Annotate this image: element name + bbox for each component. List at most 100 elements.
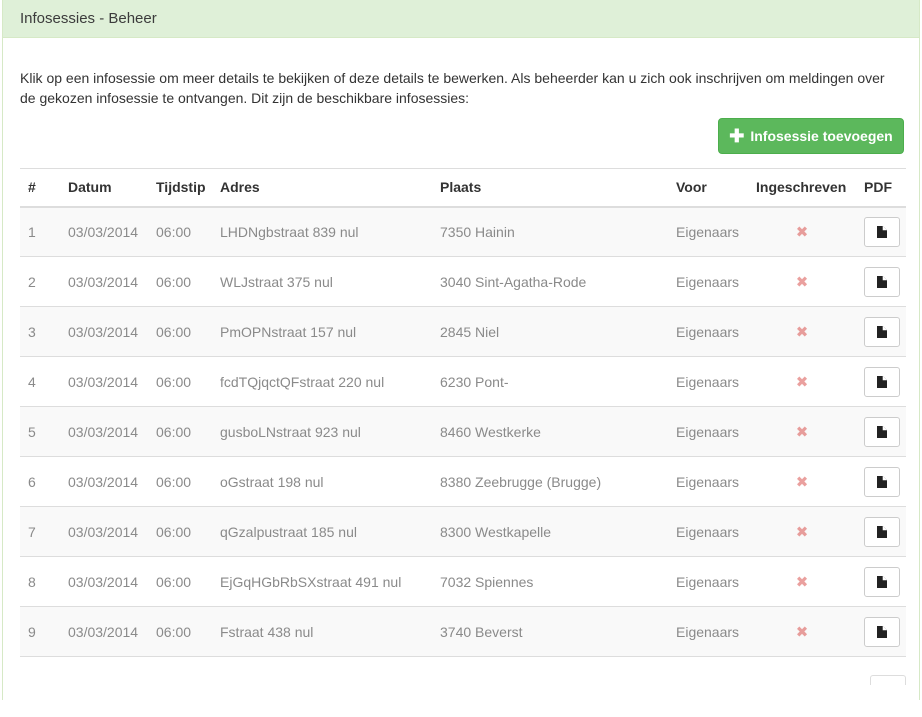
cell-num: 1 xyxy=(20,206,60,257)
cell-registered: ✖ xyxy=(748,606,856,657)
cell-address: PmOPNstraat 157 nul xyxy=(212,306,432,357)
document-icon xyxy=(877,575,887,588)
document-icon xyxy=(877,225,887,238)
pdf-button[interactable] xyxy=(864,316,900,347)
cell-empty xyxy=(60,656,148,717)
cell-registered: ✖ xyxy=(748,306,856,357)
cell-date: 03/03/2014 xyxy=(60,406,148,457)
cell-for: Eigenaars xyxy=(668,206,748,257)
pdf-button[interactable] xyxy=(864,516,900,547)
cell-city: 8380 Zeebrugge (Brugge) xyxy=(432,456,668,507)
pdf-button[interactable] xyxy=(864,466,900,497)
add-infosessie-button[interactable]: ✚ Infosessie toevoegen xyxy=(718,118,904,154)
cell-registered: ✖ xyxy=(748,406,856,457)
cell-pdf xyxy=(856,456,906,507)
cross-icon: ✖ xyxy=(795,423,809,441)
cell-time: 06:00 xyxy=(148,606,212,657)
table-row[interactable]: 2 03/03/2014 06:00 WLJstraat 375 nul 3040 Si… xyxy=(20,256,906,307)
pdf-button-partial[interactable] xyxy=(870,675,906,685)
panel-body: Klik op een infosessie om meer details t… xyxy=(3,38,919,717)
page-title: Infosessies - Beheer xyxy=(20,10,157,27)
header-date: Datum xyxy=(60,168,148,208)
cell-pdf xyxy=(856,606,906,657)
cell-address: Fstraat 438 nul xyxy=(212,606,432,657)
pdf-button[interactable] xyxy=(864,416,900,447)
cell-city: 3740 Beverst xyxy=(432,606,668,657)
document-icon xyxy=(877,375,887,388)
document-icon xyxy=(877,525,887,538)
table-row[interactable]: 9 03/03/2014 06:00 Fstraat 438 nul 3740 Beve… xyxy=(20,606,906,657)
cell-registered: ✖ xyxy=(748,456,856,507)
cell-address: qGzalpustraat 185 nul xyxy=(212,506,432,557)
header-registered: Ingeschreven xyxy=(748,168,856,208)
document-icon xyxy=(877,425,887,438)
cell-date: 03/03/2014 xyxy=(60,306,148,357)
table-row[interactable]: 4 03/03/2014 06:00 fcdTQjqctQFstraat 220 nu… xyxy=(20,356,906,407)
header-num: # xyxy=(20,168,60,208)
pdf-button[interactable] xyxy=(864,366,900,397)
cell-pdf xyxy=(856,206,906,257)
cell-time: 06:00 xyxy=(148,456,212,507)
cross-icon: ✖ xyxy=(795,473,809,491)
cell-city: 6230 Pont- xyxy=(432,356,668,407)
pdf-button[interactable] xyxy=(864,566,900,597)
document-icon xyxy=(877,625,887,638)
document-icon xyxy=(877,325,887,338)
cell-for: Eigenaars xyxy=(668,406,748,457)
cell-city: 8460 Westkerke xyxy=(432,406,668,457)
infosessies-panel: Infosessies - Beheer Klik op een infoses… xyxy=(2,0,920,717)
table-header-row: # Datum Tijdstip Adres Plaats Voor Inges… xyxy=(20,168,906,208)
table-row[interactable]: 3 03/03/2014 06:00 PmOPNstraat 157 nul 2845 … xyxy=(20,306,906,357)
cell-registered: ✖ xyxy=(748,206,856,257)
cross-icon: ✖ xyxy=(795,623,809,641)
document-icon xyxy=(877,475,887,488)
cell-pdf-partial xyxy=(856,656,906,717)
cell-for: Eigenaars xyxy=(668,456,748,507)
cell-empty xyxy=(20,656,60,717)
cell-num: 8 xyxy=(20,556,60,607)
pdf-button[interactable] xyxy=(864,616,900,647)
table-row[interactable]: 5 03/03/2014 06:00 gusboLNstraat 923 nul 846… xyxy=(20,406,906,457)
cell-address: fcdTQjqctQFstraat 220 nul xyxy=(212,356,432,407)
plus-icon: ✚ xyxy=(729,126,745,146)
cell-for: Eigenaars xyxy=(668,306,748,357)
cell-registered: ✖ xyxy=(748,256,856,307)
cell-num: 2 xyxy=(20,256,60,307)
cell-address: WLJstraat 375 nul xyxy=(212,256,432,307)
cross-icon: ✖ xyxy=(795,223,809,241)
cell-for: Eigenaars xyxy=(668,606,748,657)
document-icon xyxy=(877,275,887,288)
cell-empty xyxy=(668,656,748,717)
cell-time: 06:00 xyxy=(148,206,212,257)
cell-city: 3040 Sint-Agatha-Rode xyxy=(432,256,668,307)
cell-city: 7032 Spiennes xyxy=(432,556,668,607)
cell-num: 7 xyxy=(20,506,60,557)
cell-time: 06:00 xyxy=(148,556,212,607)
pdf-button[interactable] xyxy=(864,216,900,247)
pdf-button[interactable] xyxy=(864,266,900,297)
table-row[interactable]: 1 03/03/2014 06:00 LHDNgbstraat 839 nul 7350… xyxy=(20,206,906,257)
table-body: 1 03/03/2014 06:00 LHDNgbstraat 839 nul 7350… xyxy=(20,206,906,717)
cell-registered: ✖ xyxy=(748,356,856,407)
cell-city: 2845 Niel xyxy=(432,306,668,357)
cell-date: 03/03/2014 xyxy=(60,556,148,607)
cell-date: 03/03/2014 xyxy=(60,606,148,657)
cell-time: 06:00 xyxy=(148,406,212,457)
cell-for: Eigenaars xyxy=(668,356,748,407)
header-for: Voor xyxy=(668,168,748,208)
cross-icon: ✖ xyxy=(795,573,809,591)
cell-time: 06:00 xyxy=(148,306,212,357)
header-pdf: PDF xyxy=(856,168,906,208)
cross-icon: ✖ xyxy=(795,523,809,541)
cell-date: 03/03/2014 xyxy=(60,506,148,557)
cross-icon: ✖ xyxy=(795,373,809,391)
cell-num: 9 xyxy=(20,606,60,657)
cell-pdf xyxy=(856,556,906,607)
cross-icon: ✖ xyxy=(795,323,809,341)
table-row[interactable]: 7 03/03/2014 06:00 qGzalpustraat 185 nul 830… xyxy=(20,506,906,557)
table-row[interactable]: 6 03/03/2014 06:00 oGstraat 198 nul 8380 Zee… xyxy=(20,456,906,507)
cell-for: Eigenaars xyxy=(668,556,748,607)
cell-registered: ✖ xyxy=(748,556,856,607)
cell-num: 5 xyxy=(20,406,60,457)
table-row[interactable]: 8 03/03/2014 06:00 EjGqHGbRbSXstraat 491 nu… xyxy=(20,556,906,607)
